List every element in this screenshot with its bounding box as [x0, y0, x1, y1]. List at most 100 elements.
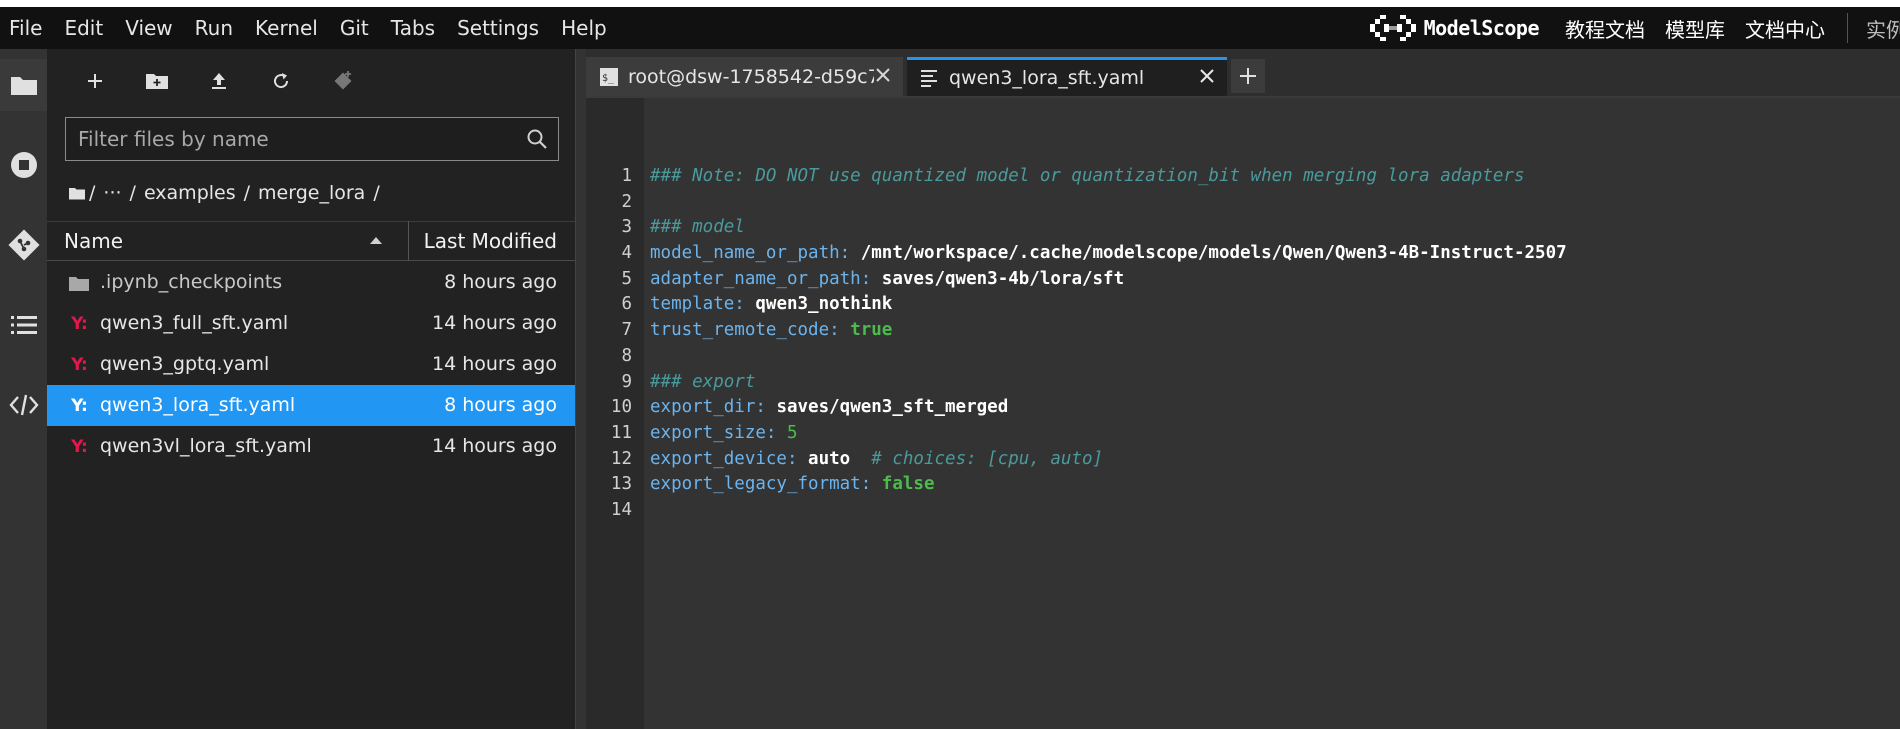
code-text: export_size: 5: [650, 421, 798, 447]
column-modified-label: Last Modified: [423, 229, 557, 253]
tab-qwen3-lora-sft[interactable]: qwen3_lora_sft.yaml: [907, 57, 1227, 96]
line-number: 5: [621, 268, 632, 289]
new-folder-icon: [146, 74, 168, 89]
breadcrumb-merge-lora[interactable]: merge_lora: [258, 182, 365, 204]
code-line[interactable]: 8: [586, 344, 1900, 370]
close-icon[interactable]: [871, 63, 895, 87]
menu-run[interactable]: Run: [184, 7, 244, 49]
file-list-header: Name Last Modified: [47, 221, 575, 261]
code-text: trust_remote_code: true: [650, 318, 892, 344]
file-browser-tab[interactable]: [0, 59, 47, 111]
menu-file[interactable]: File: [0, 7, 53, 49]
code-text: ### model: [650, 215, 745, 241]
file-modified: 8 hours ago: [444, 271, 557, 293]
code-token-key: export_device: [650, 448, 787, 469]
code-editor[interactable]: 1 ### Note: DO NOT use quantized model or…: [586, 98, 1900, 729]
code-token-key: adapter_name_or_path: [650, 268, 861, 289]
menu-tabs[interactable]: Tabs: [380, 7, 446, 49]
code-line[interactable]: 2: [586, 190, 1900, 216]
menu-kernel[interactable]: Kernel: [244, 7, 329, 49]
menu-bar: File Edit View Run Kernel Git Tabs Setti…: [0, 7, 1900, 49]
brand-divider: [1847, 13, 1848, 43]
git-clone-button[interactable]: [325, 63, 361, 99]
code-line[interactable]: 13 export_legacy_format: false: [586, 472, 1900, 498]
code-line[interactable]: 7 trust_remote_code: true: [586, 318, 1900, 344]
code-line[interactable]: 1 ### Note: DO NOT use quantized model or…: [586, 164, 1900, 190]
code-token-key: export_dir: [650, 397, 756, 418]
code-line[interactable]: 6 template: qwen3_nothink: [586, 292, 1900, 318]
brand-area: ModelScope 教程文档 模型库 文档中心 实例: [1369, 7, 1900, 49]
text-file-icon: [921, 70, 937, 87]
file-name: qwen3_lora_sft.yaml: [100, 394, 296, 416]
folder-icon: [68, 272, 90, 294]
code-line[interactable]: 14: [586, 498, 1900, 524]
code-line[interactable]: 3 ### model: [586, 215, 1900, 241]
link-model-library[interactable]: 模型库: [1665, 14, 1725, 43]
file-filter: [65, 117, 559, 161]
code-line[interactable]: 10 export_dir: saves/qwen3_sft_merged: [586, 395, 1900, 421]
code-text: ### Note: DO NOT use quantized model or …: [650, 164, 1524, 190]
file-modified: 14 hours ago: [431, 312, 557, 334]
code-line[interactable]: 12 export_device: auto # choices: [cpu, a…: [586, 447, 1900, 473]
git-tab[interactable]: [0, 219, 47, 271]
refresh-button[interactable]: [263, 63, 299, 99]
upload-icon: [212, 73, 226, 89]
modelscope-logo-icon: [1369, 15, 1416, 41]
home-folder-icon[interactable]: [69, 186, 85, 200]
file-browser-toolbar: [47, 49, 576, 115]
code-line[interactable]: 4 model_name_or_path: /mnt/workspace/.cac…: [586, 241, 1900, 267]
line-number: 9: [621, 371, 632, 392]
file-row-qwen3vl-lora-sft[interactable]: Y: qwen3vl_lora_sft.yaml 14 hours ago: [47, 426, 575, 467]
close-icon[interactable]: [1195, 64, 1219, 88]
file-modified: 14 hours ago: [431, 353, 557, 375]
link-docs-center[interactable]: 文档中心: [1745, 14, 1825, 43]
line-number: 13: [610, 474, 632, 495]
code-token-punct: :: [860, 268, 882, 289]
menu-settings[interactable]: Settings: [446, 7, 550, 49]
link-instance[interactable]: 实例: [1866, 14, 1900, 43]
menu-view[interactable]: View: [114, 7, 183, 49]
sort-ascending-icon: [370, 237, 382, 244]
code-text: ### export: [650, 370, 755, 396]
column-name-header[interactable]: Name: [47, 221, 409, 261]
file-row-ipynb-checkpoints[interactable]: .ipynb_checkpoints 8 hours ago: [47, 262, 575, 303]
link-tutorial-docs[interactable]: 教程文档: [1565, 14, 1645, 43]
file-row-qwen3-lora-sft[interactable]: Y: qwen3_lora_sft.yaml 8 hours ago: [47, 385, 575, 426]
file-row-qwen3-full-sft[interactable]: Y: qwen3_full_sft.yaml 14 hours ago: [47, 303, 575, 344]
code-text: adapter_name_or_path: saves/qwen3-4b/lor…: [650, 267, 1124, 293]
file-row-qwen3-gptq[interactable]: Y: qwen3_gptq.yaml 14 hours ago: [47, 344, 575, 385]
menu-edit[interactable]: Edit: [53, 7, 114, 49]
plus-icon: [88, 74, 102, 88]
yaml-file-icon: Y:: [71, 355, 88, 375]
file-name: qwen3vl_lora_sft.yaml: [100, 435, 312, 457]
extension-manager-tab[interactable]: [0, 379, 47, 431]
upload-button[interactable]: [201, 63, 237, 99]
breadcrumb-examples[interactable]: examples: [144, 182, 236, 204]
panel-splitter[interactable]: [576, 49, 586, 729]
menu-git[interactable]: Git: [329, 7, 380, 49]
code-line[interactable]: 11 export_size: 5: [586, 421, 1900, 447]
filter-files-input[interactable]: [66, 118, 506, 160]
menu-help[interactable]: Help: [550, 7, 618, 49]
code-token-val: /mnt/workspace/.cache/modelscope/models/…: [860, 243, 1567, 264]
file-browser-panel: / ··· / examples / merge_lora / Name Las…: [47, 49, 576, 729]
code-token-punct: :: [734, 294, 756, 315]
modelscope-logo[interactable]: ModelScope: [1369, 15, 1540, 41]
jupyterlab-window: File Edit View Run Kernel Git Tabs Setti…: [0, 0, 1900, 729]
column-modified-header[interactable]: Last Modified: [409, 221, 575, 261]
table-of-contents-tab[interactable]: [0, 299, 47, 351]
code-line[interactable]: 5 adapter_name_or_path: saves/qwen3-4b/lo…: [586, 267, 1900, 293]
new-tab-button[interactable]: [1231, 59, 1265, 93]
tab-terminal[interactable]: $_ root@dsw-1758542-d59c7dc: [586, 57, 903, 96]
code-line[interactable]: 9 ### export: [586, 370, 1900, 396]
toc-icon: [10, 316, 37, 334]
new-folder-button[interactable]: [139, 63, 175, 99]
new-launcher-button[interactable]: [77, 63, 113, 99]
breadcrumb-ellipsis[interactable]: ···: [103, 182, 121, 204]
line-number: 8: [621, 345, 632, 366]
running-sessions-tab[interactable]: [0, 139, 47, 191]
breadcrumb-root[interactable]: /: [89, 182, 95, 204]
yaml-file-icon: Y:: [71, 314, 88, 334]
code-token-key: trust_remote_code: [650, 320, 830, 341]
